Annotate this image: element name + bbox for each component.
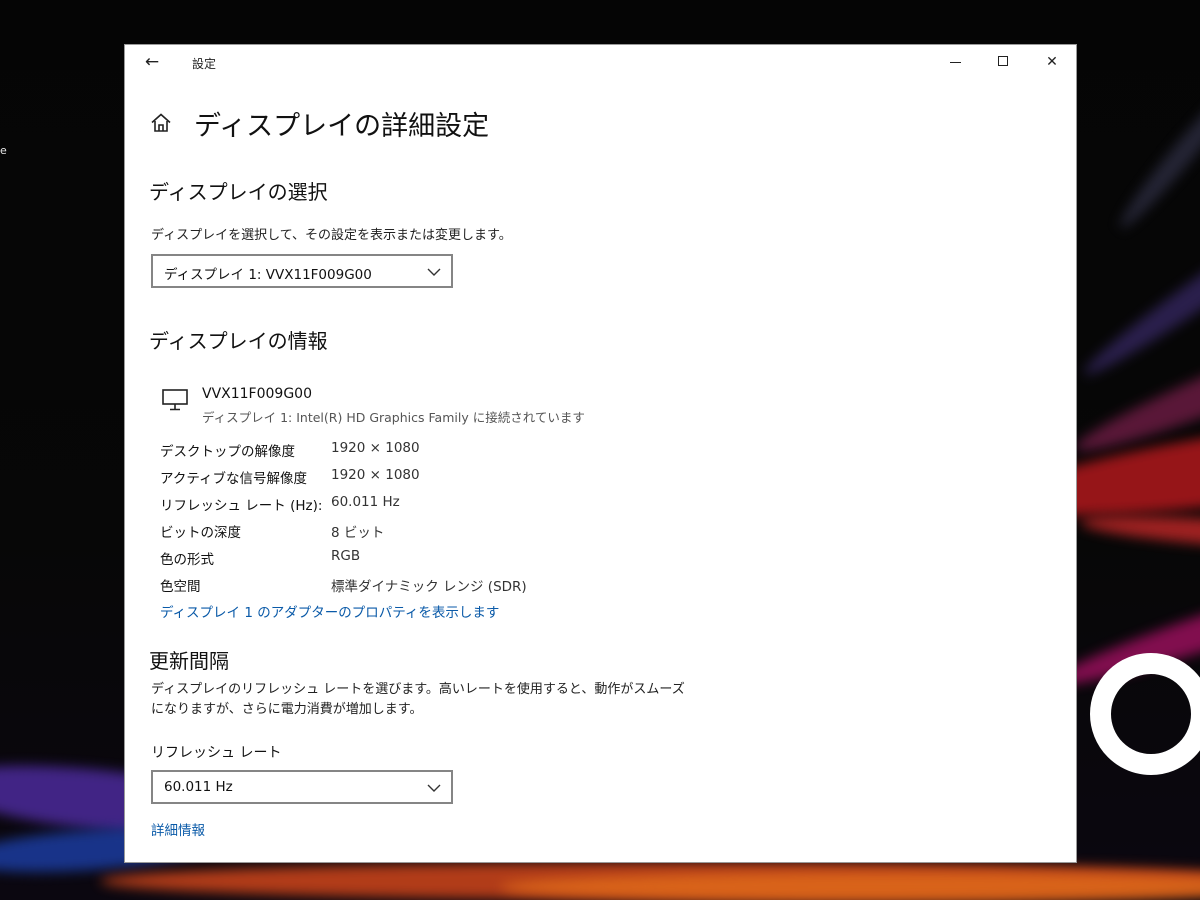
wallpaper-streak: [1112, 67, 1200, 235]
monitor-name: VVX11F009G00: [202, 386, 312, 402]
chevron-down-icon: [427, 784, 441, 792]
settings-window: ← 設定 ✕ ディスプレイの詳細設定 ディスプレイの選択 ディスプレイを選択して…: [124, 44, 1077, 863]
info-value: 標準ダイナミック レンジ (SDR): [331, 579, 527, 595]
more-info-link[interactable]: 詳細情報: [151, 819, 205, 839]
refresh-rate-value: 60.011 Hz: [164, 779, 233, 795]
wallpaper-streak: [500, 872, 1200, 900]
info-label: リフレッシュ レート (Hz):: [160, 498, 323, 514]
refresh-rate-dropdown[interactable]: 60.011 Hz: [151, 770, 453, 804]
display-dropdown[interactable]: ディスプレイ 1: VVX11F009G00: [151, 254, 453, 288]
maximize-button[interactable]: [983, 49, 1023, 75]
refresh-heading: 更新間隔: [149, 649, 229, 673]
maximize-icon: [998, 55, 1008, 66]
info-value: 8 ビット: [331, 525, 385, 541]
wallpaper-ring: [1090, 653, 1200, 775]
info-label: 色の形式: [160, 552, 214, 568]
info-row: 色の形式 RGB: [160, 548, 680, 570]
info-row: リフレッシュ レート (Hz): 60.011 Hz: [160, 494, 680, 516]
display-dropdown-value: ディスプレイ 1: VVX11F009G00: [164, 267, 372, 283]
chevron-down-icon: [427, 268, 441, 276]
desktop-edge-text: e: [0, 144, 7, 157]
close-button[interactable]: ✕: [1032, 49, 1072, 75]
info-value: 1920 × 1080: [331, 440, 420, 456]
close-icon: ✕: [1046, 54, 1058, 70]
info-value: RGB: [331, 548, 361, 564]
info-label: デスクトップの解像度: [160, 444, 295, 460]
refresh-description-line1: ディスプレイのリフレッシュ レートを選びます。高いレートを使用すると、動作がスム…: [151, 682, 685, 697]
refresh-rate-label: リフレッシュ レート: [151, 745, 282, 761]
wallpaper-streak: [1079, 509, 1200, 557]
info-label: 色空間: [160, 579, 201, 595]
wallpaper-streak: [1075, 143, 1200, 387]
minimize-icon: [949, 61, 961, 63]
window-title: 設定: [192, 57, 217, 71]
title-bar: ← 設定 ✕: [125, 45, 1076, 79]
info-value: 60.011 Hz: [331, 494, 400, 510]
info-label: アクティブな信号解像度: [160, 471, 308, 487]
monitor-icon: [162, 389, 188, 411]
adapter-properties-link[interactable]: ディスプレイ 1 のアダプターのプロパティを表示します: [160, 601, 499, 621]
minimize-button[interactable]: [935, 49, 975, 75]
info-row: ビットの深度 8 ビット: [160, 521, 680, 543]
info-value: 1920 × 1080: [331, 467, 420, 483]
back-arrow-icon[interactable]: ←: [141, 53, 163, 71]
info-row: デスクトップの解像度 1920 × 1080: [160, 440, 680, 462]
monitor-connection: ディスプレイ 1: Intel(R) HD Graphics Family に接…: [202, 410, 585, 425]
refresh-description-line2: になりますが、さらに電力消費が増加します。: [151, 702, 423, 717]
display-info-heading: ディスプレイの情報: [149, 329, 328, 353]
home-icon[interactable]: [149, 111, 173, 135]
info-label: ビットの深度: [160, 525, 241, 541]
info-row: 色空間 標準ダイナミック レンジ (SDR): [160, 575, 680, 597]
display-select-heading: ディスプレイの選択: [149, 180, 328, 204]
info-row: アクティブな信号解像度 1920 × 1080: [160, 467, 680, 489]
display-select-description: ディスプレイを選択して、その設定を表示または変更します。: [151, 228, 512, 243]
page-title: ディスプレイの詳細設定: [194, 111, 490, 142]
